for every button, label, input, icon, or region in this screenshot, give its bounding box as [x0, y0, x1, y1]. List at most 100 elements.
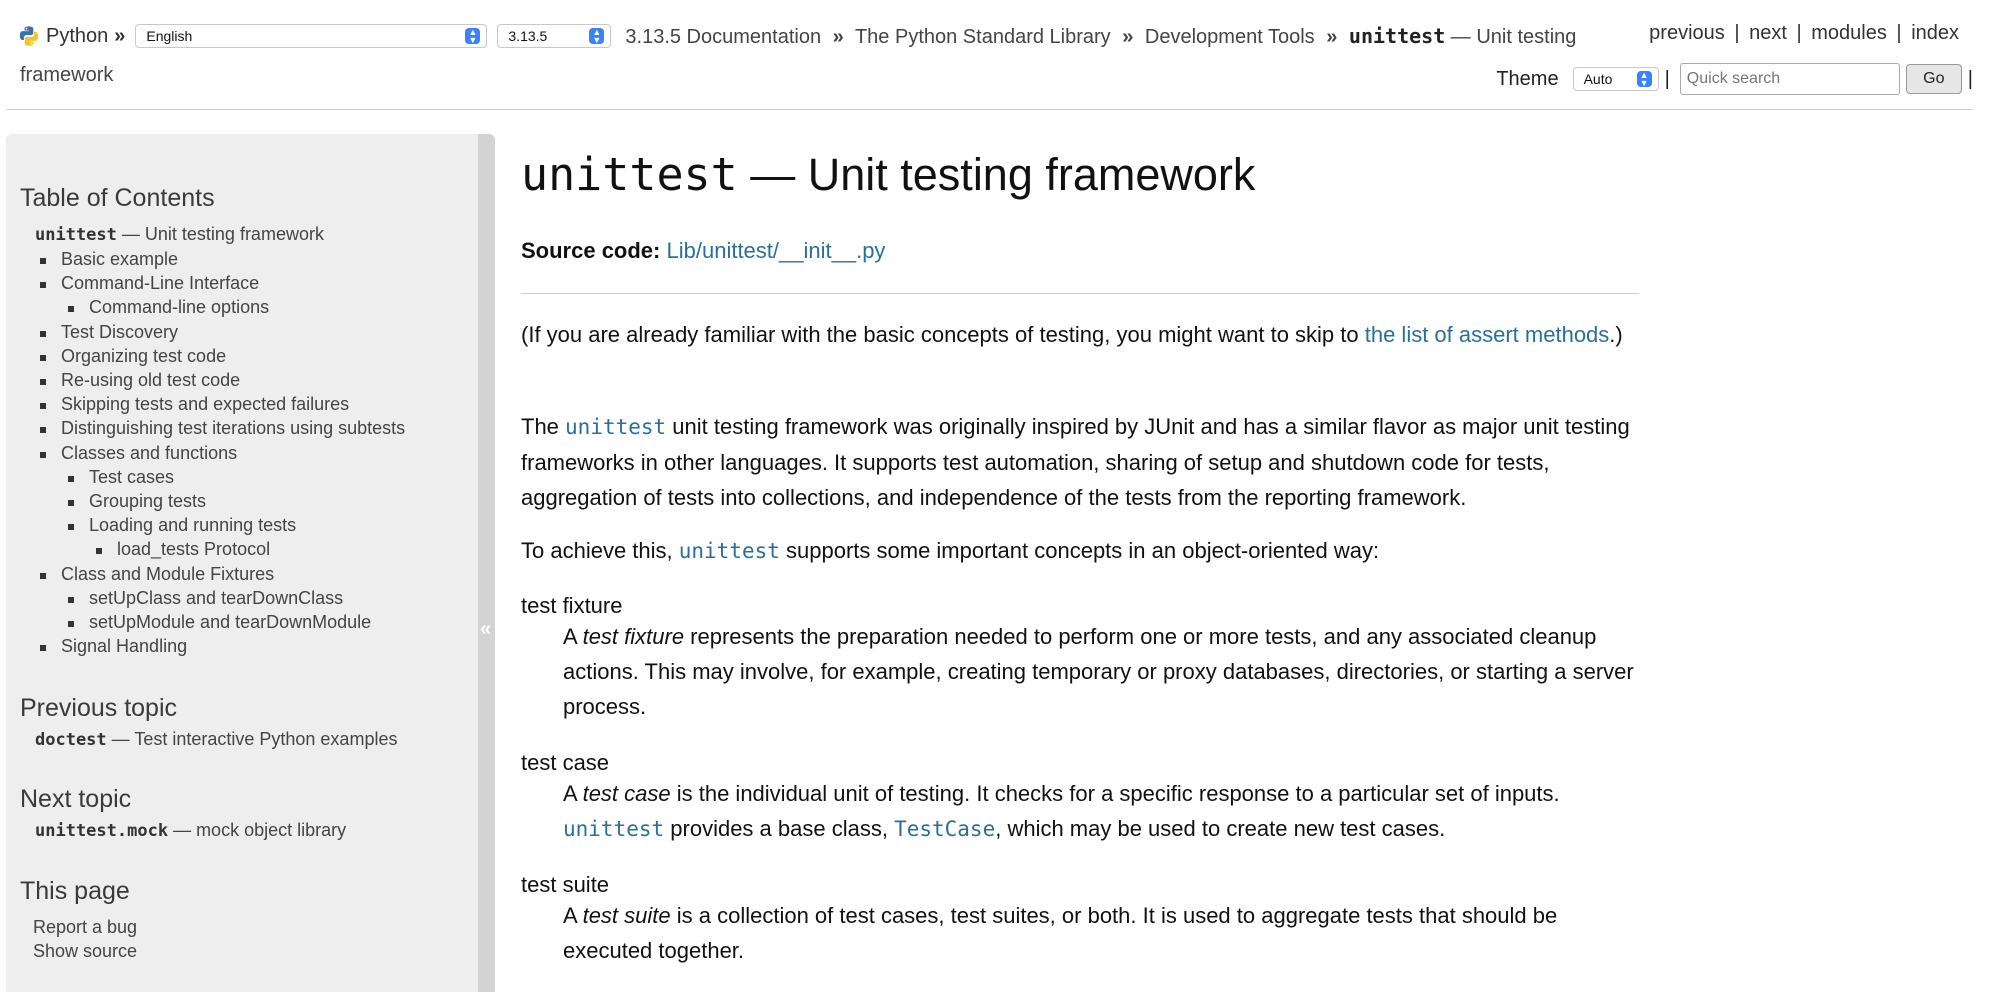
show-source-link[interactable]: Show source [33, 941, 137, 962]
page-title: unittest — Unit testing framework [521, 148, 1255, 201]
toc-item[interactable]: Command-Line Interface [61, 273, 259, 294]
unittest-module-link[interactable]: unittest [679, 539, 780, 563]
toc-bullet-icon [40, 379, 46, 385]
toc-item[interactable]: Distinguishing test iterations using sub… [61, 418, 405, 439]
next-link[interactable]: next [1749, 22, 1787, 44]
this-page-heading: This page [20, 877, 130, 905]
toc-root-title: — Unit testing framework [116, 224, 324, 244]
toc-item[interactable]: Test Discovery [61, 322, 178, 343]
language-select[interactable]: English ▲ ▼ [135, 24, 488, 48]
toc-item[interactable]: Basic example [61, 249, 178, 270]
previous-topic-module: doctest [35, 730, 107, 750]
toc-item[interactable]: setUpClass and tearDownClass [89, 588, 343, 609]
toc-bullet-icon [68, 621, 74, 627]
crumb-separator: » [1326, 25, 1338, 48]
index-link[interactable]: index [1911, 22, 1959, 44]
toc-item[interactable]: Loading and running tests [89, 515, 296, 536]
theme-label: Theme [1496, 67, 1559, 90]
previous-link[interactable]: previous [1649, 22, 1725, 44]
nav-separator: | [1967, 67, 1973, 90]
term-test-suite: test suite [521, 872, 610, 897]
breadcrumb-current-title: — Unit testing [1445, 25, 1577, 48]
breadcrumb-trail: 3.13.5 Documentation » The Python Standa… [625, 24, 1576, 49]
select-arrows-icon: ▲ ▼ [1636, 71, 1652, 88]
toc-bullet-icon [40, 354, 46, 361]
toc-item[interactable]: Command-line options [89, 297, 269, 318]
toc-bullet-icon [96, 548, 102, 555]
crumb-separator: » [832, 25, 844, 48]
theme-select-value: Auto [1583, 71, 1613, 87]
assert-methods-link[interactable]: the list of assert methods [1365, 322, 1610, 347]
definition-text-rest: is a collection of test cases, test suit… [563, 903, 1558, 963]
unittest-module-link[interactable]: unittest [563, 817, 664, 841]
toc-item[interactable]: load_tests Protocol [117, 539, 270, 560]
toc-item[interactable]: Organizing test code [61, 346, 226, 367]
definition-test-fixture: A test fixture represents the preparatio… [563, 619, 1639, 724]
toc-bullet-icon [68, 596, 74, 603]
toc-item[interactable]: Grouping tests [89, 491, 206, 512]
quick-search-input[interactable] [1679, 63, 1900, 95]
definition-text-end: , which may be used to create new test c… [995, 816, 1446, 841]
content-divider [521, 293, 1639, 294]
toc-root-module: unittest [35, 225, 117, 245]
crumb-separator: » [114, 24, 126, 47]
toc-bullet-icon [68, 475, 74, 482]
python-home-link[interactable]: Python [46, 25, 108, 48]
overview-paragraph: The unittest unit testing framework was … [521, 409, 1639, 515]
concepts-text: To achieve this, [521, 538, 679, 563]
source-code-label: Source code: [521, 238, 661, 263]
toc-item[interactable]: Signal Handling [61, 636, 187, 657]
concepts-paragraph: To achieve this, unittest supports some … [521, 533, 1639, 569]
modules-link[interactable]: modules [1811, 22, 1887, 44]
previous-topic-heading: Previous topic [20, 694, 178, 722]
search-go-button[interactable]: Go [1905, 64, 1962, 94]
definition-test-case: A test case is the individual unit of te… [563, 776, 1639, 847]
definition-emphasis: test fixture [582, 624, 685, 649]
toc-item[interactable]: Class and Module Fixtures [61, 564, 274, 585]
definition-emphasis: test suite [582, 903, 671, 928]
toc-bullet-icon [40, 645, 46, 652]
select-arrows-icon: ▲ ▼ [589, 28, 605, 45]
source-code-link[interactable]: Lib/unittest/__init__.py [667, 238, 886, 263]
sidebar: Table of Contents unittest — Unit testin… [6, 134, 478, 992]
definition-emphasis: test case [582, 781, 671, 806]
report-bug-link[interactable]: Report a bug [33, 917, 137, 938]
toc-item[interactable]: Test cases [89, 467, 174, 488]
definition-text: A [563, 781, 583, 806]
breadcrumb: Python » English ▲ ▼ 3.13.5 ▲ ▼ 3.13.5 Doc… [18, 20, 1576, 52]
select-arrows-icon: ▲ ▼ [465, 28, 481, 45]
toc-bullet-icon [68, 524, 74, 531]
breadcrumb-development-tools[interactable]: Development Tools [1145, 26, 1315, 48]
crumb-separator: » [1122, 25, 1134, 48]
definition-text-rest: represents the preparation needed to per… [563, 624, 1634, 719]
toc-item[interactable]: Classes and functions [61, 443, 237, 464]
definition-text-rest: is the individual unit of testing. It ch… [670, 781, 1560, 806]
previous-topic-title: — Test interactive Python examples [106, 729, 398, 749]
unittest-module-link[interactable]: unittest [565, 415, 666, 439]
breadcrumb-documentation[interactable]: 3.13.5 Documentation [625, 26, 821, 48]
toc-bullet-icon [40, 258, 46, 264]
toc-item[interactable]: Skipping tests and expected failures [61, 394, 349, 415]
testcase-class-link[interactable]: TestCase [894, 817, 995, 841]
version-select-value: 3.13.5 [508, 28, 548, 44]
toc-item[interactable]: setUpModule and tearDownModule [89, 612, 371, 633]
version-select[interactable]: 3.13.5 ▲ ▼ [497, 24, 612, 48]
toc-item[interactable]: Re-using old test code [61, 370, 240, 391]
theme-select[interactable]: Auto ▲ ▼ [1572, 67, 1659, 91]
toc-bullet-icon [68, 500, 74, 506]
next-topic-link[interactable]: unittest.mock — mock object library [35, 820, 346, 841]
toc-bullet-icon [40, 282, 46, 289]
toc-bullet-icon [40, 427, 46, 434]
overview-text-rest: unit testing framework was originally in… [521, 414, 1630, 510]
previous-topic-link[interactable]: doctest — Test interactive Python exampl… [35, 729, 397, 750]
breadcrumb-current-module: unittest [1348, 23, 1446, 48]
page-title-text: — Unit testing framework [737, 149, 1256, 200]
term-test-case: test case [521, 750, 610, 775]
definition-test-suite: A test suite is a collection of test cas… [563, 898, 1639, 968]
breadcrumb-standard-library[interactable]: The Python Standard Library [855, 26, 1111, 48]
toc-bullet-icon [40, 403, 46, 410]
toc-root-link[interactable]: unittest — Unit testing framework [35, 224, 324, 245]
toc-heading: Table of Contents [20, 184, 215, 212]
sidebar-collapse-button[interactable]: « [478, 134, 495, 992]
nav-separator: | [1796, 22, 1802, 44]
